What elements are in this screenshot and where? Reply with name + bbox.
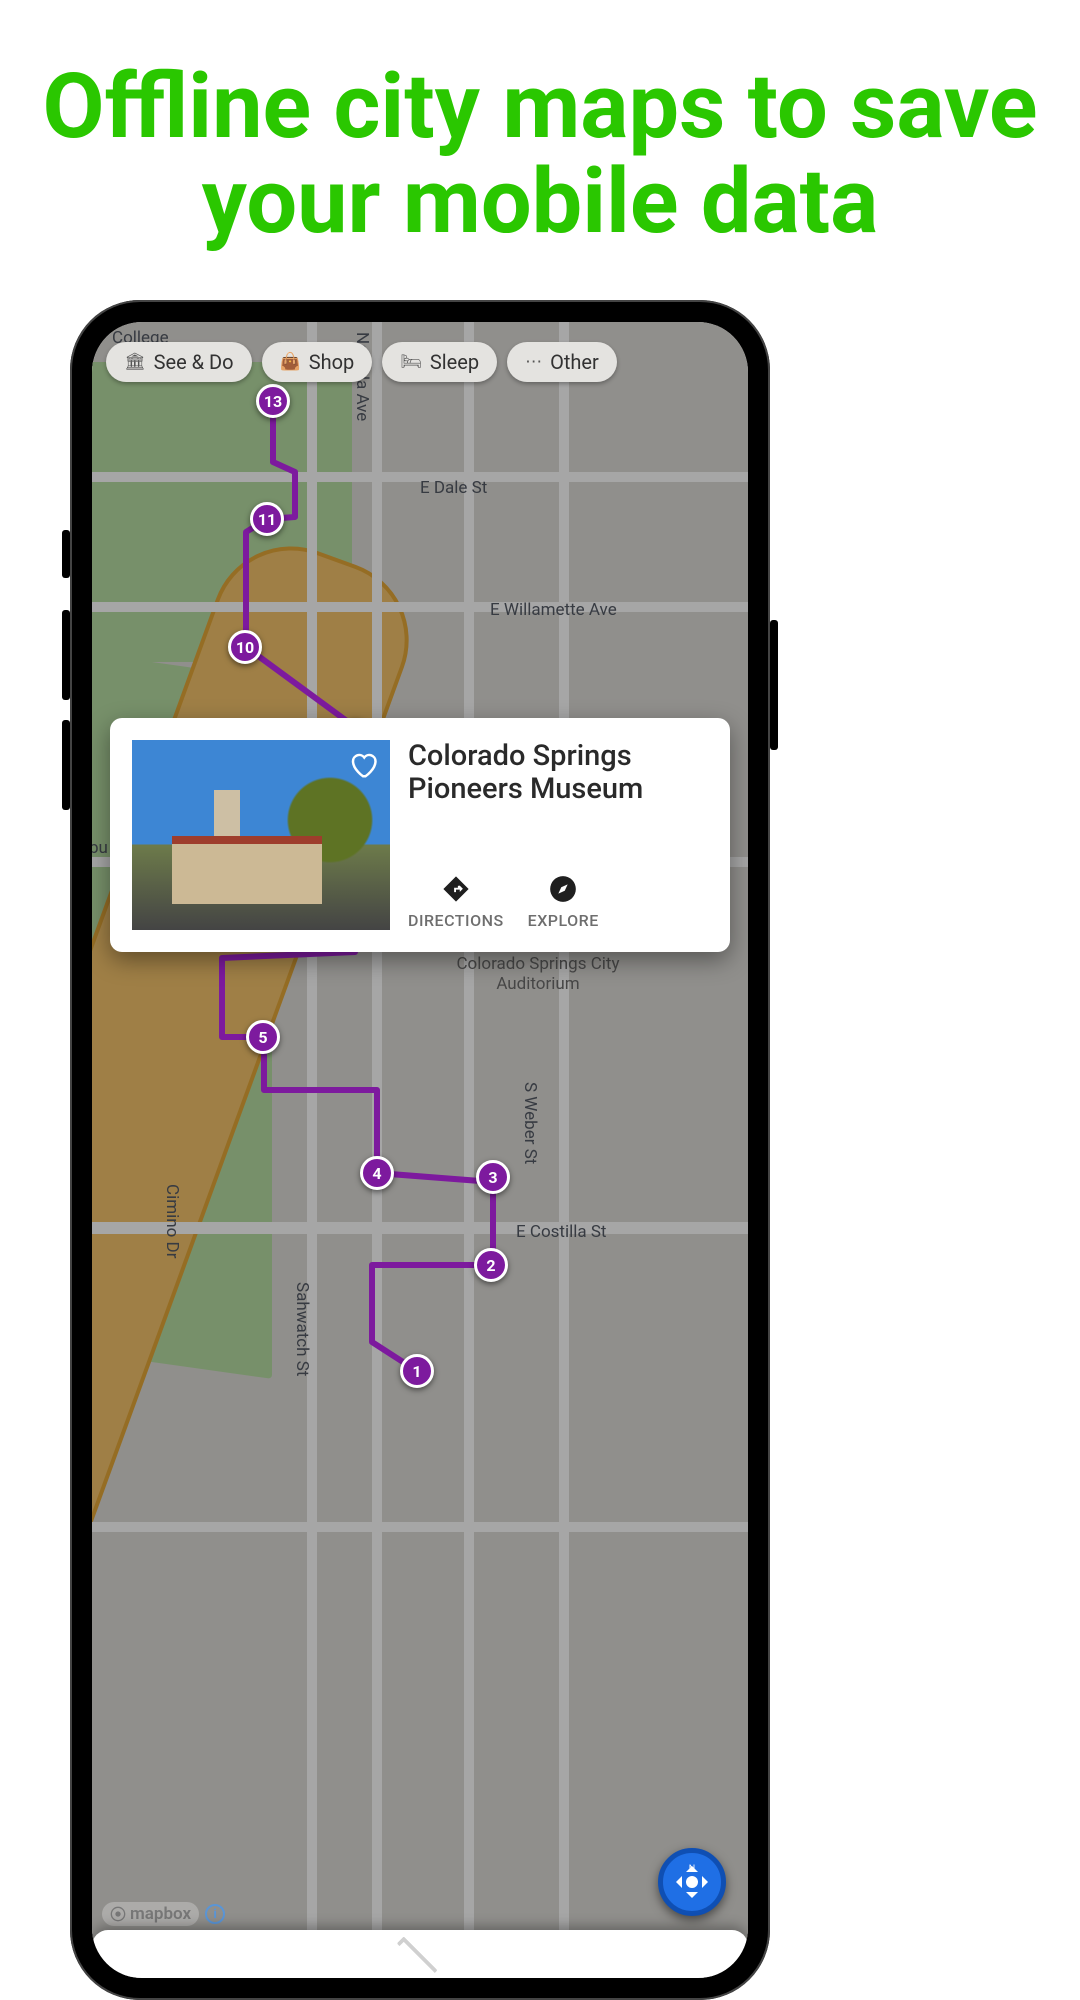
- map-pin[interactable]: 4: [360, 1156, 394, 1190]
- map-label: bu: [92, 838, 108, 858]
- poi-info: Colorado Springs Pioneers Museum DIRECTI…: [408, 740, 708, 930]
- landmark-icon: 🏛: [124, 352, 146, 372]
- phone-frame: College E Dale St E Willamette Ave Color…: [70, 300, 770, 2000]
- phone-button: [62, 530, 70, 578]
- poi-title: Colorado Springs Pioneers Museum: [408, 740, 708, 807]
- map-pin[interactable]: 3: [476, 1160, 510, 1194]
- map-pin[interactable]: 1: [400, 1354, 434, 1388]
- category-chips: 🏛 See & Do 👜 Shop 🛏 Sleep ⋯ Other: [106, 342, 738, 382]
- chip-shop[interactable]: 👜 Shop: [262, 342, 373, 382]
- explore-button[interactable]: EXPLORE: [528, 873, 599, 930]
- map-canvas[interactable]: College E Dale St E Willamette Ave Color…: [92, 322, 748, 1978]
- chip-label: Shop: [309, 350, 355, 374]
- favorite-button[interactable]: [348, 750, 378, 788]
- chip-see-and-do[interactable]: 🏛 See & Do: [106, 342, 252, 382]
- recenter-button[interactable]: N: [658, 1848, 726, 1916]
- map-label: Cimino Dr: [162, 1184, 182, 1258]
- map-label: E Willamette Ave: [490, 600, 617, 620]
- map-pin[interactable]: 2: [474, 1248, 508, 1282]
- map-pin[interactable]: 10: [228, 630, 262, 664]
- phone-button: [62, 610, 70, 700]
- chip-label: Other: [550, 350, 599, 374]
- action-label: EXPLORE: [528, 911, 599, 930]
- bed-icon: 🛏: [400, 352, 422, 372]
- chip-sleep[interactable]: 🛏 Sleep: [382, 342, 497, 382]
- bottom-sheet[interactable]: [92, 1930, 748, 1978]
- promo-headline: Offline city maps to save your mobile da…: [0, 0, 1080, 289]
- bag-icon: 👜: [280, 352, 301, 372]
- more-icon: ⋯: [525, 352, 542, 372]
- phone-button: [770, 620, 778, 750]
- map-pin[interactable]: 11: [250, 502, 284, 536]
- action-label: DIRECTIONS: [408, 911, 504, 930]
- mapbox-logo: mapbox: [102, 1902, 199, 1926]
- map-pin[interactable]: 5: [246, 1020, 280, 1054]
- map-label: Sahwatch St: [292, 1282, 312, 1376]
- map-pin[interactable]: 13: [256, 384, 290, 418]
- map-label: S Weber St: [520, 1082, 540, 1164]
- chip-other[interactable]: ⋯ Other: [507, 342, 617, 382]
- poi-card[interactable]: Colorado Springs Pioneers Museum DIRECTI…: [110, 718, 730, 952]
- poi-thumbnail: [132, 740, 390, 930]
- chip-label: See & Do: [154, 350, 234, 374]
- map-label: Colorado Springs City Auditorium: [448, 954, 628, 994]
- info-icon[interactable]: i: [205, 1904, 225, 1924]
- map-label: E Costilla St: [516, 1222, 607, 1242]
- map-label: E Dale St: [420, 478, 487, 498]
- directions-button[interactable]: DIRECTIONS: [408, 873, 504, 930]
- map-attribution: mapbox i: [102, 1902, 225, 1926]
- compass-icon: [547, 873, 579, 905]
- phone-button: [62, 720, 70, 810]
- sheet-handle-icon: [397, 1936, 438, 1977]
- chip-label: Sleep: [430, 350, 479, 374]
- directions-icon: [440, 873, 472, 905]
- phone-screen: College E Dale St E Willamette Ave Color…: [92, 322, 748, 1978]
